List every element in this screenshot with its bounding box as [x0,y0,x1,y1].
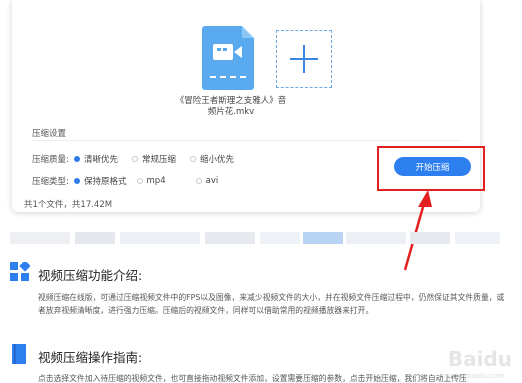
file-name: 《冒险王者斯理之支雅人》音频片花.mkv [175,96,287,117]
type-option-original[interactable]: 保持原格式 [74,175,127,187]
quality-option-small[interactable]: 缩小优先 [190,153,234,165]
book-icon [12,344,26,364]
progress-dash [210,76,246,78]
watermark-url: jingyan.baidu.com [439,372,504,380]
video-camera-icon [213,44,242,60]
radio-selected-icon [74,178,80,184]
type-label: 压缩类型: [32,177,69,187]
blurred-banner [0,232,522,244]
settings-divider [32,140,462,141]
radio-icon [195,178,202,184]
radio-icon [190,156,197,162]
grid-icon [10,262,30,281]
quality-option-normal[interactable]: 常规压缩 [132,153,176,165]
settings-title: 压缩设置 [32,129,67,139]
section1-title: 视频压缩功能介绍: [38,268,143,283]
add-file-button[interactable] [276,30,332,88]
section2-body: 点击选择文件加入待压缩的视频文件，也可直接拖动视频文件添加，设置需要压缩的参数，… [38,374,467,383]
type-row: 压缩类型: 保持原格式 mp4 avi [32,175,232,187]
file-count: 共1个文件，共17.42M [24,200,113,210]
page-fold [242,26,254,38]
plus-icon [290,45,318,73]
quality-row: 压缩质量: 清晰优先 常规压缩 缩小优先 [32,153,248,165]
baidu-watermark: Baidu [447,347,512,371]
radio-selected-icon [74,156,80,162]
type-option-mp4[interactable]: mp4 [136,176,166,186]
settings-section: 压缩设置 [32,127,462,144]
video-file-thumbnail[interactable] [202,26,254,90]
start-compress-button[interactable]: 开始压缩 [394,157,471,176]
section2-title: 视频压缩操作指南: [38,350,143,365]
quality-option-clear[interactable]: 清晰优先 [74,153,118,165]
radio-icon [136,178,143,184]
quality-label: 压缩质量: [32,155,69,165]
radio-icon [132,156,139,162]
section1-body: 视频压缩在线版，可通过压缩视频文件中的FPS以及图像，来减少视频文件的大小，并在… [38,293,505,315]
type-option-avi[interactable]: avi [195,176,218,186]
